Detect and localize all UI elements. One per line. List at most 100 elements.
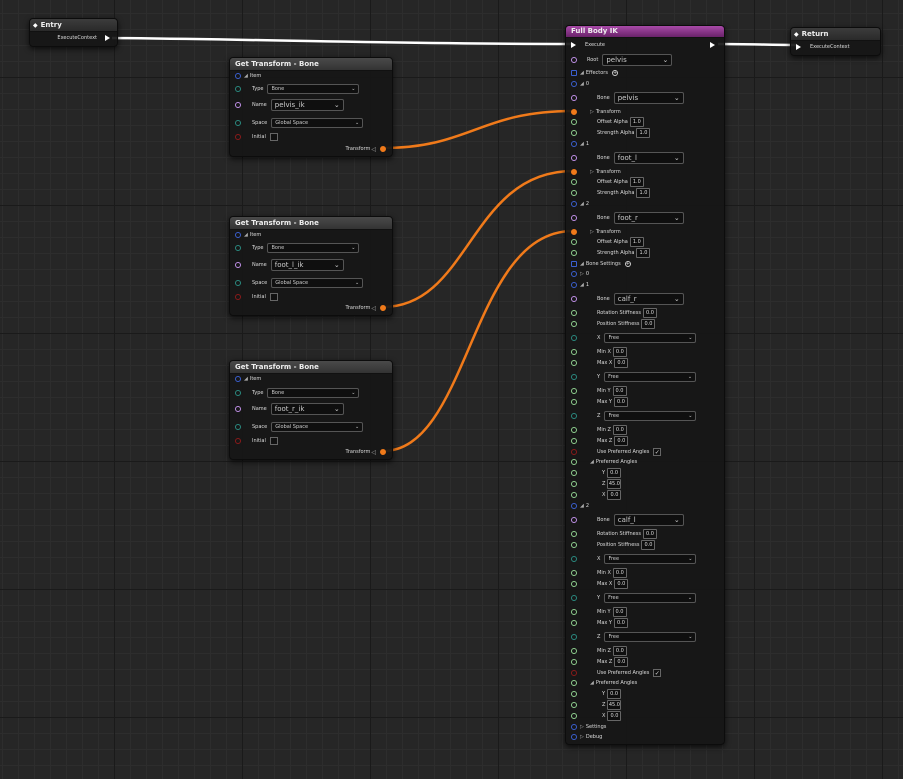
min-x-pin[interactable] (571, 570, 577, 576)
space-pin[interactable] (235, 120, 241, 126)
preferred-angles-pin[interactable] (571, 459, 577, 465)
pa-z-pin[interactable] (571, 481, 577, 487)
position-stiffness-pin[interactable] (571, 542, 577, 548)
type-dropdown[interactable]: Bone ⌄ (267, 388, 360, 398)
pa-y-field[interactable]: 0.0 (607, 689, 622, 699)
pa-x-pin[interactable] (571, 492, 577, 498)
exec-pin-icon[interactable] (105, 35, 110, 41)
x-limit-dropdown[interactable]: Free ⌄ (604, 554, 697, 564)
use-preferred-angles-checkbox[interactable]: ✓ (653, 448, 662, 456)
expand-arrow-icon[interactable]: ◢ (244, 232, 248, 238)
entry-node[interactable]: ◆ Entry ExecuteContext (29, 18, 118, 47)
pa-y-pin[interactable] (571, 691, 577, 697)
bone-pin[interactable] (571, 155, 577, 161)
space-pin[interactable] (235, 280, 241, 286)
bone-pin[interactable] (571, 95, 577, 101)
add-element-icon[interactable]: + (611, 70, 618, 76)
name-dropdown[interactable]: pelvis_ik ⌄ (270, 99, 344, 111)
max-x-field[interactable]: 0.0 (614, 358, 629, 368)
initial-pin[interactable] (235, 438, 241, 444)
exec-pin-icon[interactable] (796, 44, 801, 50)
min-y-pin[interactable] (571, 609, 577, 615)
x-limit-pin[interactable] (571, 556, 577, 562)
expand-arrow-icon[interactable]: ◁ (371, 449, 376, 456)
transform-out-pin[interactable] (380, 449, 386, 455)
pa-y-pin[interactable] (571, 470, 577, 476)
type-pin[interactable] (235, 86, 241, 92)
expand-arrow-icon[interactable]: ▷ (580, 271, 584, 277)
expand-arrow-icon[interactable]: ▷ (590, 169, 594, 175)
expand-arrow-icon[interactable]: ◁ (371, 305, 376, 312)
rotation-stiffness-pin[interactable] (571, 531, 577, 537)
initial-checkbox[interactable] (269, 293, 278, 301)
item-pin[interactable] (235, 376, 241, 382)
initial-checkbox[interactable] (269, 437, 278, 445)
return-node[interactable]: ◆ Return ExecuteContext (790, 27, 881, 56)
transform-in-pin[interactable] (571, 229, 577, 235)
name-pin[interactable] (235, 406, 241, 412)
min-x-field[interactable]: 0.0 (612, 347, 627, 357)
offset-alpha-field[interactable]: 1.0 (629, 117, 644, 127)
type-dropdown[interactable]: Bone ⌄ (267, 84, 360, 94)
type-pin[interactable] (235, 390, 241, 396)
position-stiffness-pin[interactable] (571, 321, 577, 327)
rotation-stiffness-pin[interactable] (571, 310, 577, 316)
expand-arrow-icon[interactable]: ◢ (580, 261, 584, 267)
bone-pin[interactable] (571, 215, 577, 221)
expand-arrow-icon[interactable]: ◢ (580, 70, 584, 76)
max-x-pin[interactable] (571, 360, 577, 366)
offset-alpha-pin[interactable] (571, 179, 577, 185)
z-limit-pin[interactable] (571, 413, 577, 419)
min-z-pin[interactable] (571, 427, 577, 433)
bone-pin[interactable] (571, 517, 577, 523)
strength-alpha-pin[interactable] (571, 190, 577, 196)
bone-setting-pin[interactable] (571, 271, 577, 277)
root-pin[interactable] (571, 57, 577, 63)
space-dropdown[interactable]: Global Space ⌄ (271, 278, 364, 288)
effector-pin[interactable] (571, 141, 577, 147)
max-x-pin[interactable] (571, 581, 577, 587)
expand-arrow-icon[interactable]: ◢ (580, 81, 584, 87)
type-pin[interactable] (235, 245, 241, 251)
y-limit-pin[interactable] (571, 374, 577, 380)
fbik-title[interactable]: Full Body IK (566, 26, 724, 38)
rotation-stiffness-field[interactable]: 0.0 (642, 529, 657, 539)
add-element-icon[interactable]: + (624, 261, 631, 267)
space-dropdown[interactable]: Global Space ⌄ (271, 422, 364, 432)
settings-pin[interactable] (571, 724, 577, 730)
pa-x-field[interactable]: 0.0 (607, 490, 622, 500)
get-transform-node-pelvis[interactable]: Get Transform - Bone ◢ Item Type Bone ⌄ Nam… (229, 57, 393, 157)
pa-y-field[interactable]: 0.0 (607, 468, 622, 478)
node-title[interactable]: Get Transform - Bone (230, 217, 392, 230)
name-pin[interactable] (235, 262, 241, 268)
max-y-pin[interactable] (571, 399, 577, 405)
pa-x-pin[interactable] (571, 713, 577, 719)
max-z-pin[interactable] (571, 438, 577, 444)
pa-z-pin[interactable] (571, 702, 577, 708)
z-limit-dropdown[interactable]: Free ⌄ (604, 632, 697, 642)
offset-alpha-field[interactable]: 1.0 (629, 237, 644, 247)
exec-pin-icon[interactable] (571, 42, 576, 48)
x-limit-dropdown[interactable]: Free ⌄ (604, 333, 697, 343)
entry-exec-output[interactable]: ExecuteContext (57, 33, 113, 43)
name-dropdown[interactable]: foot_r_ik ⌄ (270, 403, 344, 415)
expand-arrow-icon[interactable]: ◢ (244, 73, 248, 79)
offset-alpha-pin[interactable] (571, 119, 577, 125)
debug-pin[interactable] (571, 734, 577, 740)
exec-out-pin-icon[interactable] (710, 42, 715, 48)
transform-in-pin[interactable] (571, 169, 577, 175)
expand-arrow-icon[interactable]: ◁ (371, 146, 376, 153)
expand-arrow-icon[interactable]: ◢ (580, 201, 584, 207)
max-x-field[interactable]: 0.0 (614, 579, 629, 589)
expand-arrow-icon[interactable]: ◢ (580, 503, 584, 509)
type-dropdown[interactable]: Bone ⌄ (267, 243, 360, 253)
space-dropdown[interactable]: Global Space ⌄ (271, 118, 364, 128)
name-dropdown[interactable]: foot_l_ik ⌄ (270, 259, 344, 271)
full-body-ik-node[interactable]: Full Body IK Execute Root pelvis ⌄ ◢ Effect… (565, 25, 725, 745)
pa-x-field[interactable]: 0.0 (607, 711, 622, 721)
transform-out-pin[interactable] (380, 305, 386, 311)
strength-alpha-field[interactable]: 1.0 (636, 128, 651, 138)
transform-in-pin[interactable] (571, 109, 577, 115)
preferred-angles-pin[interactable] (571, 680, 577, 686)
position-stiffness-field[interactable]: 0.0 (641, 540, 656, 550)
